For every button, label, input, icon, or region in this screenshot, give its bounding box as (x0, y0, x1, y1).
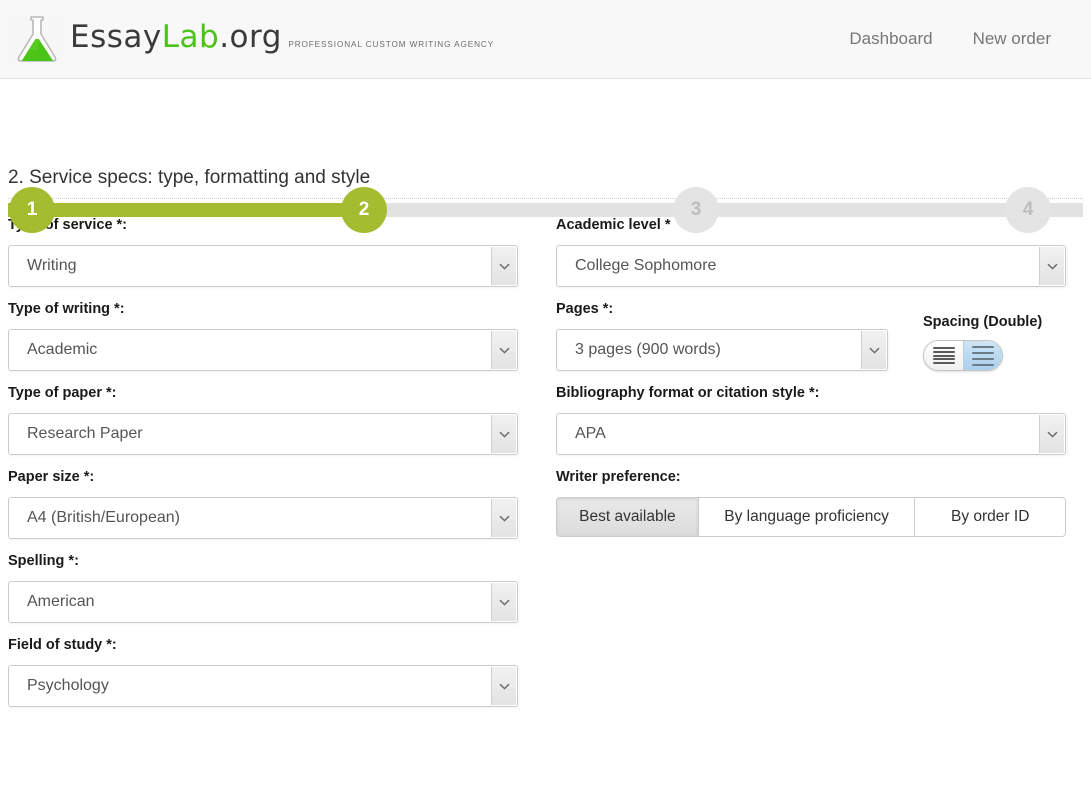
stepper-step-2-label: 2 (358, 199, 370, 220)
field-type-of-writing: Type of writing *: Academic (8, 301, 518, 371)
field-spacing: Spacing (Double) (923, 314, 1042, 371)
label-writer-preference: Writer preference: (556, 469, 681, 485)
page-title: 2. Service specs: type, formatting and s… (8, 167, 1083, 199)
label-field-of-study: Field of study *: (8, 637, 117, 653)
single-spacing-icon[interactable] (924, 341, 963, 370)
chevron-down-icon[interactable] (1039, 247, 1064, 285)
nav-link-new-order[interactable]: New order (973, 29, 1051, 49)
field-academic-level: Academic level * College Sophomore (556, 217, 1066, 287)
select-spelling-value: American (27, 593, 95, 610)
select-bibliography-value: APA (575, 425, 606, 442)
nav-link-dashboard[interactable]: Dashboard (849, 29, 932, 49)
chevron-down-icon[interactable] (1039, 415, 1064, 453)
form-columns: Type of service *: Writing Type of writi… (8, 217, 1083, 721)
right-column: Academic level * College Sophomore Pages… (556, 217, 1067, 721)
select-pages-value: 3 pages (900 words) (575, 341, 721, 358)
select-type-of-writing[interactable]: Academic (8, 329, 518, 371)
stepper-step-2[interactable]: 2 (341, 187, 387, 233)
select-type-of-writing-value: Academic (27, 341, 98, 358)
label-spelling: Spelling *: (8, 553, 79, 569)
writer-preference-by-language-proficiency[interactable]: By language proficiency (698, 497, 916, 537)
logo-text: EssayLab.org PROFESSIONAL CUSTOM WRITING… (70, 19, 495, 55)
label-pages: Pages *: (556, 301, 614, 317)
logo-word-essay: Essay (70, 18, 162, 55)
field-pages: Pages *: 3 pages (900 words) (556, 301, 888, 371)
left-column: Type of service *: Writing Type of writi… (8, 217, 518, 721)
logo-tagline: PROFESSIONAL CUSTOM WRITING AGENCY (288, 39, 495, 49)
select-academic-level-value: College Sophomore (575, 257, 717, 274)
label-type-of-writing: Type of writing *: (8, 301, 125, 317)
field-type-of-service: Type of service *: Writing (8, 217, 518, 287)
field-paper-size: Paper size *: A4 (British/European) (8, 469, 518, 539)
chevron-down-icon[interactable] (491, 499, 516, 537)
main-nav: Dashboard New order (849, 29, 1091, 49)
select-pages[interactable]: 3 pages (900 words) (556, 329, 888, 371)
select-field-of-study[interactable]: Psychology (8, 665, 518, 707)
chevron-down-icon[interactable] (861, 331, 886, 369)
spacing-toggle[interactable] (923, 340, 1003, 371)
flask-icon (8, 9, 66, 69)
writer-preference-best-available[interactable]: Best available (556, 497, 699, 537)
chevron-down-icon[interactable] (491, 247, 516, 285)
stepper-track-completed (8, 203, 364, 217)
field-bibliography: Bibliography format or citation style *:… (556, 385, 1066, 455)
logo-word-org: .org (219, 18, 282, 55)
site-header: EssayLab.org PROFESSIONAL CUSTOM WRITING… (0, 0, 1091, 79)
stepper-step-1-label: 1 (26, 199, 38, 220)
label-type-of-service: Type of service *: (8, 217, 128, 233)
logo[interactable]: EssayLab.org PROFESSIONAL CUSTOM WRITING… (8, 9, 494, 69)
select-academic-level[interactable]: College Sophomore (556, 245, 1066, 287)
chevron-down-icon[interactable] (491, 667, 516, 705)
field-writer-preference: Writer preference: Best available By lan… (556, 469, 1067, 537)
logo-word-lab: Lab (161, 18, 220, 55)
field-spelling: Spelling *: American (8, 553, 518, 623)
select-type-of-service-value: Writing (27, 257, 77, 274)
chevron-down-icon[interactable] (491, 415, 516, 453)
progress-stepper: 1 2 3 4 (0, 91, 1091, 233)
field-field-of-study: Field of study *: Psychology (8, 637, 518, 707)
chevron-down-icon[interactable] (491, 331, 516, 369)
label-type-of-paper: Type of paper *: (8, 385, 117, 401)
label-academic-level: Academic level * (556, 217, 671, 233)
field-type-of-paper: Type of paper *: Research Paper (8, 385, 518, 455)
select-paper-size-value: A4 (British/European) (27, 509, 180, 526)
stepper-step-1[interactable]: 1 (9, 187, 55, 233)
select-type-of-paper[interactable]: Research Paper (8, 413, 518, 455)
label-bibliography: Bibliography format or citation style *: (556, 385, 820, 401)
select-type-of-service[interactable]: Writing (8, 245, 518, 287)
field-pages-and-spacing: Pages *: 3 pages (900 words) Spacing (Do… (556, 301, 1066, 371)
writer-preference-by-order-id[interactable]: By order ID (915, 497, 1067, 537)
select-bibliography[interactable]: APA (556, 413, 1066, 455)
select-paper-size[interactable]: A4 (British/European) (8, 497, 518, 539)
writer-preference-group: Best available By language proficiency B… (556, 497, 1067, 537)
form-content: 2. Service specs: type, formatting and s… (0, 167, 1091, 721)
chevron-down-icon[interactable] (491, 583, 516, 621)
select-field-of-study-value: Psychology (27, 677, 109, 694)
double-spacing-icon[interactable] (963, 341, 1002, 370)
label-paper-size: Paper size *: (8, 469, 95, 485)
select-type-of-paper-value: Research Paper (27, 425, 143, 442)
logo-wordmark: EssayLab.org (70, 19, 282, 55)
label-spacing: Spacing (Double) (923, 314, 1043, 330)
select-spelling[interactable]: American (8, 581, 518, 623)
